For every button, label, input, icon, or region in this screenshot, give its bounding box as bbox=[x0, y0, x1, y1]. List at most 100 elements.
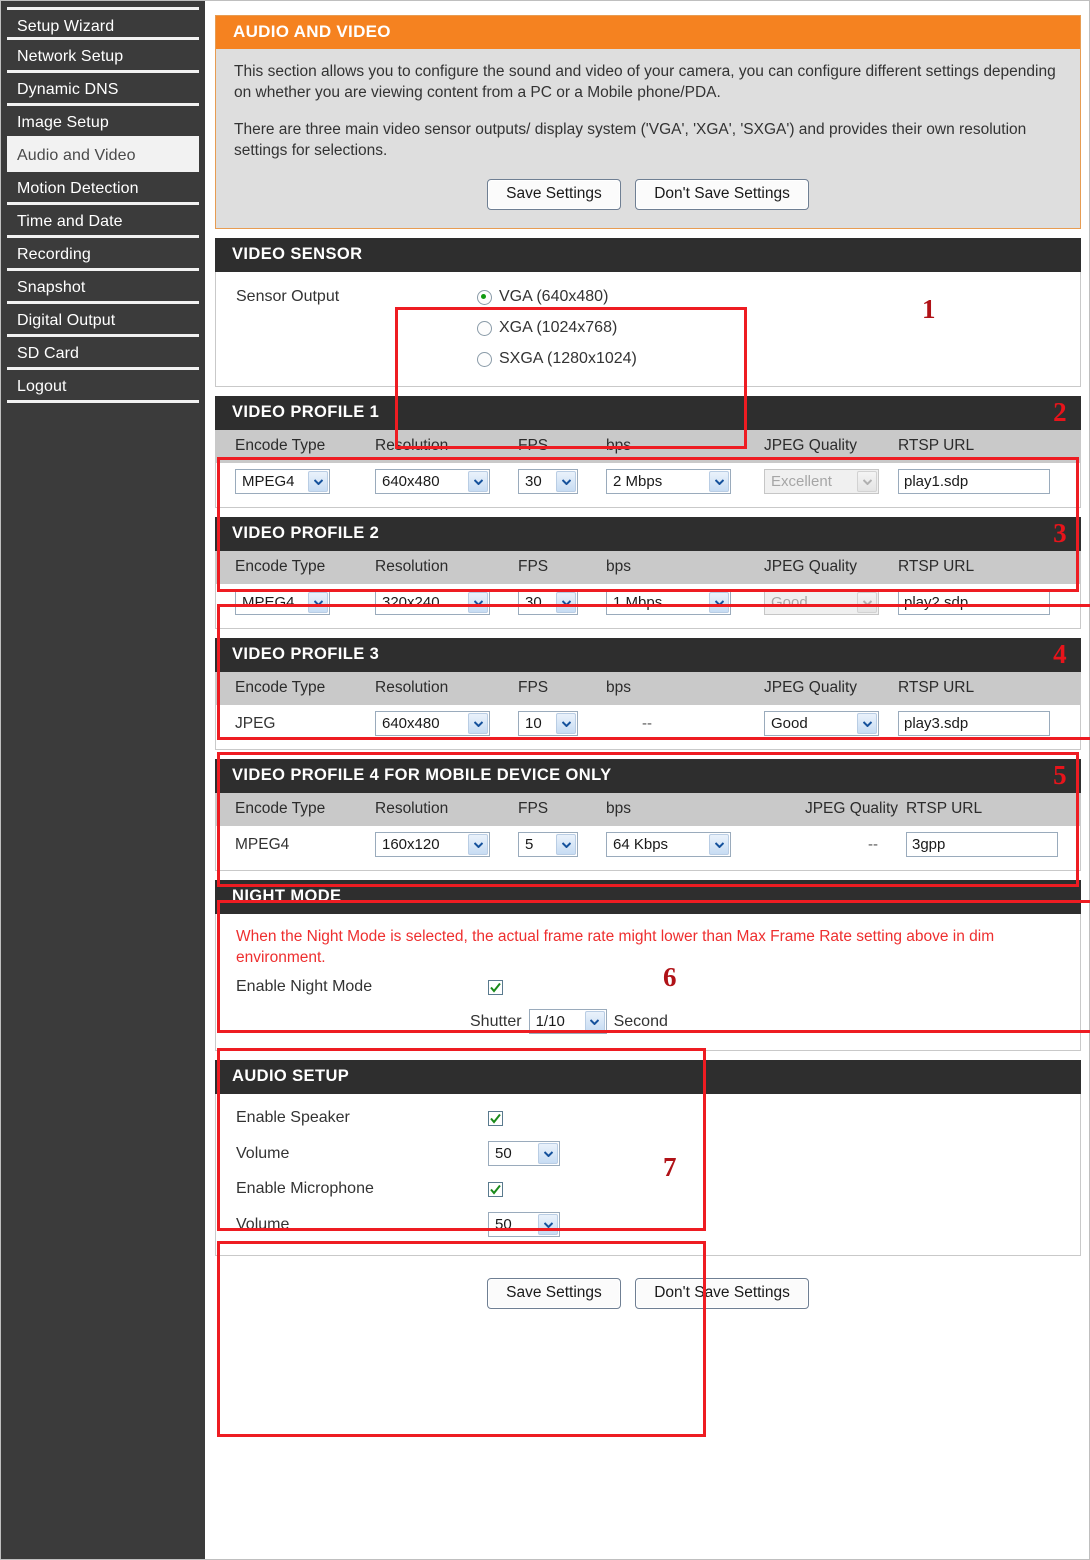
enable-speaker-checkbox[interactable] bbox=[488, 1110, 503, 1126]
select-value: Good bbox=[771, 594, 808, 611]
microphone-volume-select[interactable]: 50 bbox=[488, 1212, 560, 1237]
chevron-down-icon bbox=[468, 834, 488, 855]
chevron-down-icon bbox=[709, 592, 729, 613]
col-fps: FPS bbox=[518, 793, 606, 826]
sidebar-item-logout[interactable]: Logout bbox=[7, 370, 199, 403]
main-content: AUDIO AND VIDEO This section allows you … bbox=[205, 1, 1089, 1559]
save-settings-button-top[interactable]: Save Settings bbox=[487, 179, 621, 210]
shutter-row: Shutter 1/10 Second bbox=[216, 1009, 1080, 1034]
cell-resolution: 640x480 bbox=[375, 463, 518, 507]
dont-save-settings-button-bottom[interactable]: Don't Save Settings bbox=[635, 1278, 809, 1309]
fps-select[interactable]: 30 bbox=[518, 590, 578, 615]
sidebar-item-sd-card[interactable]: SD Card bbox=[7, 337, 199, 370]
fps-select[interactable]: 10 bbox=[518, 711, 578, 736]
bps-select[interactable]: 1 Mbps bbox=[606, 590, 731, 615]
annotation-number-6: 6 bbox=[663, 962, 677, 992]
select-value: 30 bbox=[525, 594, 542, 611]
sidebar-item-label: Logout bbox=[17, 378, 67, 395]
video-profile-4-body: Encode Type Resolution FPS bps JPEG Qual… bbox=[215, 793, 1081, 871]
cell-jpeg-quality: Excellent bbox=[764, 463, 898, 507]
sidebar-item-label: Motion Detection bbox=[17, 180, 139, 197]
resolution-select[interactable]: 160x120 bbox=[375, 832, 490, 857]
radio-icon[interactable] bbox=[477, 351, 492, 367]
chevron-down-icon bbox=[538, 1143, 558, 1164]
jpeg-quality-select[interactable]: Good bbox=[764, 711, 879, 736]
section-title: VIDEO PROFILE 3 bbox=[232, 645, 380, 663]
enable-microphone-row: Enable Microphone bbox=[216, 1180, 1080, 1198]
select-value: 50 bbox=[495, 1145, 512, 1162]
select-value: 160x120 bbox=[382, 836, 440, 853]
sidebar-item-label: Image Setup bbox=[17, 114, 109, 131]
video-profile-1-header: VIDEO PROFILE 1 2 bbox=[215, 396, 1081, 430]
audio-setup-header: AUDIO SETUP bbox=[215, 1060, 1081, 1094]
save-settings-button-bottom[interactable]: Save Settings bbox=[487, 1278, 621, 1309]
col-jpeg-quality: JPEG Quality bbox=[764, 430, 898, 463]
radio-label: XGA (1024x768) bbox=[499, 319, 618, 336]
shutter-select[interactable]: 1/10 bbox=[528, 1009, 607, 1034]
audio-setup-section: AUDIO SETUP Enable Speaker Volume 50 Ena… bbox=[215, 1060, 1081, 1256]
cell-bps: 64 Kbps bbox=[606, 826, 764, 870]
col-fps: FPS bbox=[518, 551, 606, 584]
sidebar-item-image-setup[interactable]: Image Setup bbox=[7, 106, 199, 139]
sidebar-item-time-and-date[interactable]: Time and Date bbox=[7, 205, 199, 238]
rtsp-url-input[interactable]: 3gpp bbox=[906, 832, 1058, 857]
sidebar-item-digital-output[interactable]: Digital Output bbox=[7, 304, 199, 337]
resolution-select[interactable]: 640x480 bbox=[375, 469, 490, 494]
col-encode-type: Encode Type bbox=[216, 430, 375, 463]
enable-microphone-checkbox[interactable] bbox=[488, 1181, 503, 1197]
dont-save-settings-button-top[interactable]: Don't Save Settings bbox=[635, 179, 809, 210]
fps-select[interactable]: 30 bbox=[518, 469, 578, 494]
cell-rtsp-url: play1.sdp bbox=[898, 463, 1080, 507]
sidebar-item-recording[interactable]: Recording bbox=[7, 238, 199, 271]
chevron-down-icon bbox=[308, 471, 328, 492]
bps-select[interactable]: 2 Mbps bbox=[606, 469, 731, 494]
sensor-output-label: Sensor Output bbox=[236, 288, 340, 305]
bps-select[interactable]: 64 Kbps bbox=[606, 832, 731, 857]
sidebar-item-setup-wizard[interactable]: Setup Wizard bbox=[7, 7, 199, 40]
select-value: 1/10 bbox=[535, 1013, 565, 1030]
radio-option-xga[interactable]: XGA (1024x768) bbox=[477, 319, 637, 337]
rtsp-url-input[interactable]: play3.sdp bbox=[898, 711, 1050, 736]
radio-option-vga[interactable]: VGA (640x480) bbox=[477, 288, 637, 306]
sidebar-item-snapshot[interactable]: Snapshot bbox=[7, 271, 199, 304]
rtsp-url-input[interactable]: play2.sdp bbox=[898, 590, 1050, 615]
col-fps: FPS bbox=[518, 430, 606, 463]
radio-option-sxga[interactable]: SXGA (1280x1024) bbox=[477, 350, 637, 368]
encode-type-select[interactable]: MPEG4 bbox=[235, 469, 330, 494]
enable-microphone-label: Enable Microphone bbox=[236, 1180, 374, 1197]
cell-fps: 30 bbox=[518, 463, 606, 507]
col-encode-type: Encode Type bbox=[216, 551, 375, 584]
col-jpeg-quality: JPEG Quality bbox=[764, 793, 906, 826]
rtsp-url-input[interactable]: play1.sdp bbox=[898, 469, 1050, 494]
section-title: AUDIO SETUP bbox=[232, 1067, 350, 1085]
enable-night-mode-checkbox[interactable] bbox=[488, 979, 503, 995]
sidebar-item-dynamic-dns[interactable]: Dynamic DNS bbox=[7, 73, 199, 106]
sidebar-item-audio-and-video[interactable]: Audio and Video bbox=[7, 139, 199, 172]
col-jpeg-quality: JPEG Quality bbox=[764, 672, 898, 705]
sidebar-item-network-setup[interactable]: Network Setup bbox=[7, 40, 199, 73]
microphone-volume-row: Volume 50 bbox=[216, 1212, 1080, 1237]
intro-body: This section allows you to configure the… bbox=[216, 49, 1080, 228]
col-rtsp-url: RTSP URL bbox=[898, 430, 1080, 463]
chevron-down-icon bbox=[308, 592, 328, 613]
section-title: VIDEO SENSOR bbox=[232, 245, 363, 263]
sidebar-item-motion-detection[interactable]: Motion Detection bbox=[7, 172, 199, 205]
radio-icon[interactable] bbox=[477, 320, 492, 336]
speaker-volume-select[interactable]: 50 bbox=[488, 1141, 560, 1166]
cell-resolution: 320x240 bbox=[375, 584, 518, 628]
annotation-number-1: 1 bbox=[922, 294, 936, 324]
resolution-select[interactable]: 320x240 bbox=[375, 590, 490, 615]
video-profile-4-table: Encode Type Resolution FPS bps JPEG Qual… bbox=[216, 793, 1080, 870]
video-profile-4-section: VIDEO PROFILE 4 FOR MOBILE DEVICE ONLY 5… bbox=[215, 759, 1081, 871]
cell-rtsp-url: 3gpp bbox=[906, 826, 1080, 870]
encode-type-select[interactable]: MPEG4 bbox=[235, 590, 330, 615]
section-title: VIDEO PROFILE 1 bbox=[232, 403, 380, 421]
enable-night-mode-row: Enable Night Mode bbox=[216, 978, 1080, 996]
cell-resolution: 640x480 bbox=[375, 705, 518, 749]
resolution-select[interactable]: 640x480 bbox=[375, 711, 490, 736]
sidebar-item-label: Setup Wizard bbox=[17, 18, 115, 35]
table-header-row: Encode Type Resolution FPS bps JPEG Qual… bbox=[216, 672, 1080, 705]
video-profile-3-table: Encode Type Resolution FPS bps JPEG Qual… bbox=[216, 672, 1080, 749]
radio-icon[interactable] bbox=[477, 289, 492, 305]
fps-select[interactable]: 5 bbox=[518, 832, 578, 857]
